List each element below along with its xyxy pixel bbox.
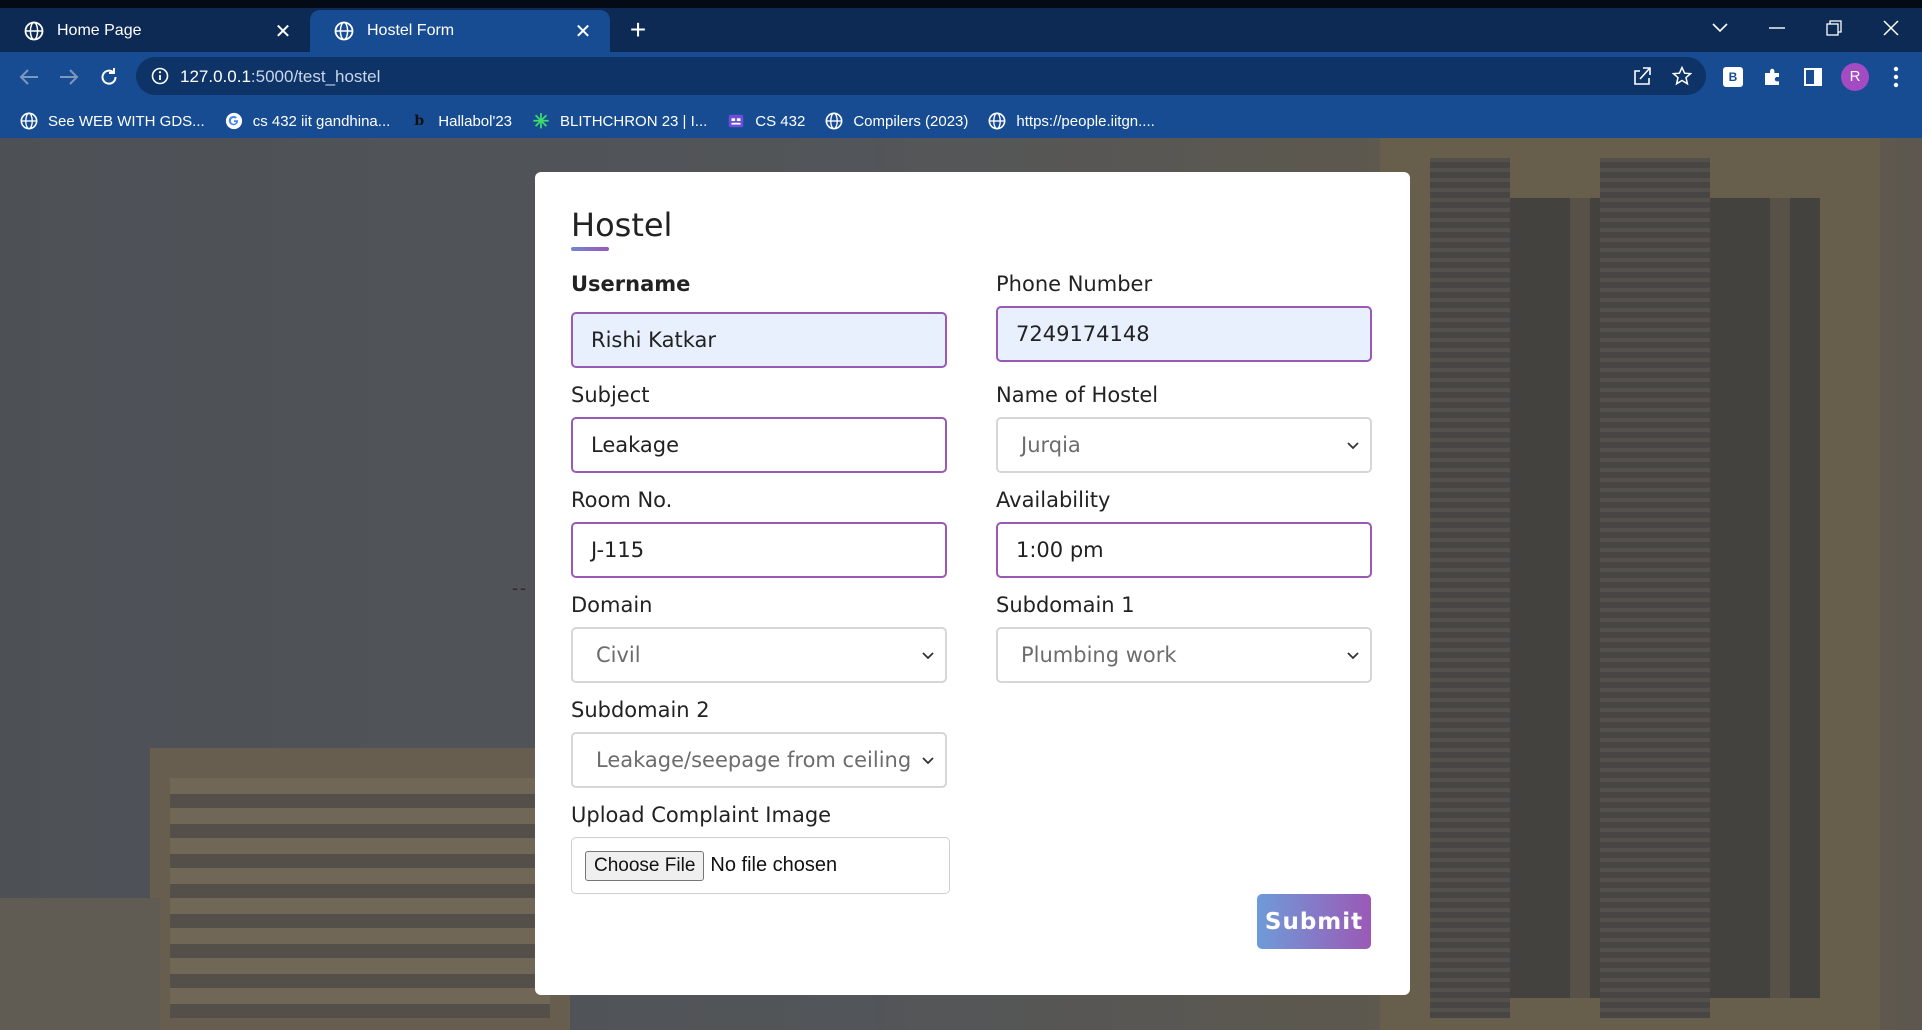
- b-logo-icon: b: [414, 113, 425, 129]
- availability-input[interactable]: 1:00 pm: [996, 522, 1372, 578]
- domain-value: Civil: [596, 643, 641, 667]
- tab-search-chevron-icon[interactable]: [1700, 10, 1740, 46]
- globe-icon: [334, 21, 354, 41]
- globe-icon: [825, 112, 843, 130]
- url-text[interactable]: 127.0.0.1:5000/test_hostel: [180, 67, 380, 87]
- extensions-puzzle-icon[interactable]: [1760, 64, 1786, 90]
- bookmark-item[interactable]: CS 432: [727, 106, 805, 136]
- domain-label: Domain: [571, 593, 653, 617]
- chevron-down-icon: [922, 757, 934, 765]
- bookmarks-bar: See WEB WITH GDS... cs 432 iit gandhina.…: [0, 100, 1922, 142]
- chevron-down-icon: [1347, 652, 1359, 660]
- bookmark-item[interactable]: ✳ BLITHCHRON 23 | I...: [532, 106, 708, 136]
- bookmark-item[interactable]: See WEB WITH GDS...: [20, 106, 205, 136]
- bookmark-label: BLITHCHRON 23 | I...: [560, 112, 708, 130]
- bookmark-item[interactable]: https://people.iitgn....: [988, 106, 1155, 136]
- close-tab-icon[interactable]: ✕: [570, 18, 596, 44]
- phone-label: Phone Number: [996, 272, 1153, 296]
- complaint-image-file-input[interactable]: Choose File No file chosen: [571, 837, 950, 894]
- bookmark-item[interactable]: Compilers (2023): [825, 106, 968, 136]
- domain-select[interactable]: Civil: [571, 627, 947, 683]
- file-status-text: No file chosen: [710, 854, 838, 876]
- hostel-name-select[interactable]: Jurqia: [996, 417, 1372, 473]
- star-burst-icon: ✳: [532, 110, 550, 133]
- chevron-down-icon: [922, 652, 934, 660]
- bookmark-label: CS 432: [755, 112, 806, 130]
- close-tab-icon[interactable]: ✕: [270, 18, 296, 44]
- subdomain1-value: Plumbing work: [1021, 643, 1177, 667]
- bookmark-label: See WEB WITH GDS...: [48, 112, 205, 130]
- back-icon[interactable]: [12, 60, 46, 94]
- tab-home-page[interactable]: Home Page ✕: [0, 10, 310, 52]
- room-input[interactable]: J-115: [571, 522, 947, 578]
- subdomain2-select[interactable]: Leakage/seepage from ceiling: [571, 732, 947, 788]
- upload-label: Upload Complaint Image: [571, 803, 832, 827]
- page-viewport: -- Hostel Username Rishi Katkar Phone Nu…: [0, 138, 1922, 1030]
- bookmark-label: Hallabol'23: [438, 112, 513, 130]
- bookmark-label: Compilers (2023): [853, 112, 969, 130]
- address-bar[interactable]: 127.0.0.1:5000/test_hostel: [136, 57, 1706, 95]
- new-tab-icon[interactable]: +: [622, 14, 654, 46]
- tab-title: Home Page: [57, 22, 142, 39]
- room-label: Room No.: [571, 488, 673, 512]
- tab-strip: Home Page ✕ Hostel Form ✕ +: [0, 0, 1922, 52]
- subject-input[interactable]: Leakage: [571, 417, 947, 473]
- username-label: Username: [571, 272, 691, 296]
- subdomain1-label: Subdomain 1: [996, 593, 1135, 617]
- board-icon: [729, 114, 744, 128]
- kebab-menu-icon[interactable]: [1886, 64, 1906, 90]
- reload-icon[interactable]: [92, 60, 126, 94]
- choose-file-button[interactable]: Choose File: [585, 850, 705, 881]
- hostel-name-value: Jurqia: [1021, 433, 1081, 457]
- stray-dashes: --: [512, 578, 528, 598]
- close-window-icon[interactable]: [1871, 10, 1911, 46]
- hostel-name-label: Name of Hostel: [996, 383, 1159, 407]
- availability-label: Availability: [996, 488, 1111, 512]
- subject-label: Subject: [571, 383, 650, 407]
- bookmark-label: cs 432 iit gandhina...: [252, 112, 391, 130]
- minimize-icon[interactable]: [1757, 10, 1797, 46]
- bookmark-item[interactable]: cs 432 iit gandhina...: [225, 106, 391, 136]
- chevron-down-icon: [1347, 442, 1359, 450]
- subdomain2-label: Subdomain 2: [571, 698, 710, 722]
- globe-icon: [988, 112, 1006, 130]
- phone-input[interactable]: 7249174148: [996, 306, 1372, 362]
- profile-avatar[interactable]: R: [1841, 63, 1869, 91]
- tab-hostel-form[interactable]: Hostel Form ✕: [310, 10, 610, 52]
- subdomain1-select[interactable]: Plumbing work: [996, 627, 1372, 683]
- bookmark-label: https://people.iitgn....: [1016, 112, 1155, 130]
- google-icon: [225, 112, 242, 130]
- subdomain2-value: Leakage/seepage from ceiling: [596, 748, 912, 772]
- submit-button[interactable]: Submit: [1257, 894, 1371, 949]
- globe-icon: [24, 21, 44, 41]
- restore-icon[interactable]: [1814, 10, 1854, 46]
- extension-b-icon[interactable]: B: [1720, 64, 1746, 90]
- hostel-form-card: Hostel Username Rishi Katkar Phone Numbe…: [535, 172, 1410, 995]
- form-title: Hostel: [571, 206, 673, 244]
- bookmark-item[interactable]: b Hallabol'23: [410, 106, 512, 136]
- browser-toolbar: 127.0.0.1:5000/test_hostel B R See WEB W…: [0, 52, 1922, 148]
- bookmark-star-icon[interactable]: [1670, 64, 1694, 88]
- title-underline: [571, 247, 609, 251]
- globe-icon: [20, 112, 38, 130]
- tab-title: Hostel Form: [367, 22, 455, 39]
- share-icon[interactable]: [1630, 64, 1654, 88]
- url-path: :5000/test_hostel: [250, 67, 381, 86]
- forward-icon[interactable]: [52, 60, 86, 94]
- site-info-icon[interactable]: [150, 66, 170, 86]
- username-input[interactable]: Rishi Katkar: [571, 312, 947, 368]
- side-panel-icon[interactable]: [1800, 64, 1826, 90]
- extension-badge: B: [1723, 67, 1743, 87]
- url-host: 127.0.0.1: [180, 67, 251, 86]
- window-top-edge: [0, 0, 1922, 8]
